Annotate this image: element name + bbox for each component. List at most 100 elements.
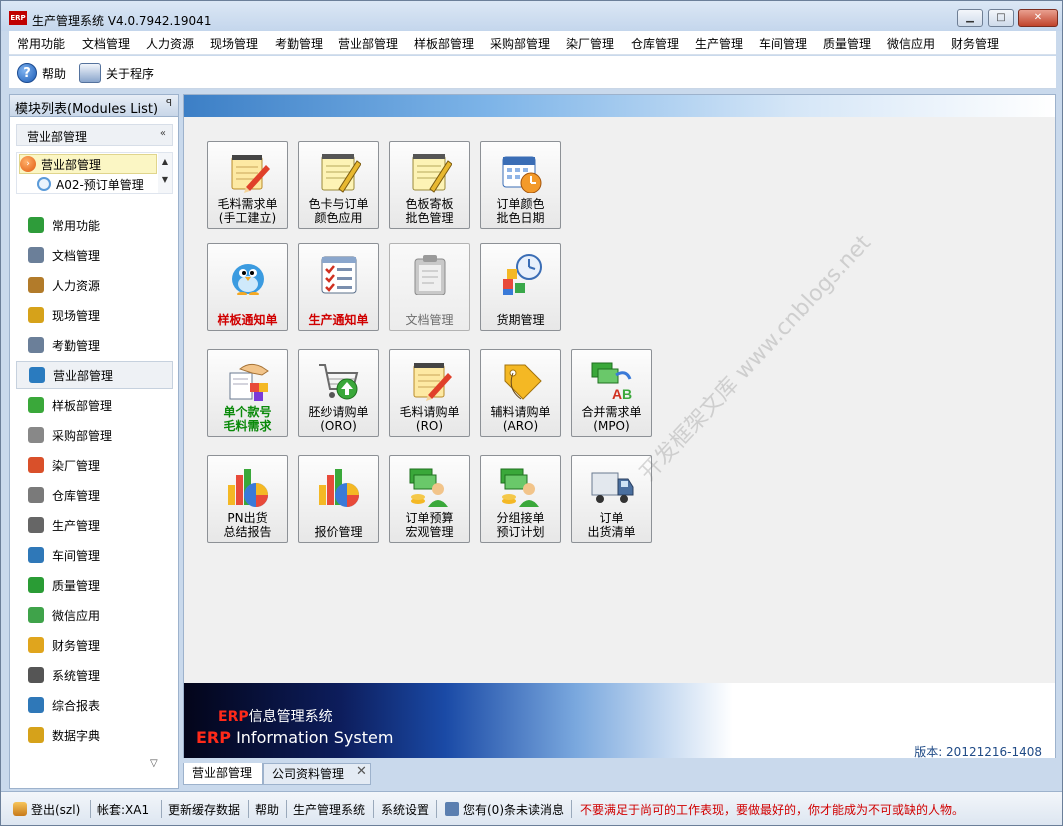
- tab-company-info[interactable]: 公司资料管理: [263, 763, 371, 785]
- bar-pie-chart-icon: [317, 465, 361, 507]
- tile-label: 毛料需求单 (手工建立): [217, 197, 278, 225]
- tile-button[interactable]: 报价管理: [298, 455, 379, 543]
- menu-item[interactable]: 车间管理: [759, 35, 807, 52]
- scroll-up-icon[interactable]: ▲: [158, 153, 172, 171]
- menu-bar: 常用功能 文档管理 人力资源 现场管理 考勤管理 营业部管理 样板部管理 采购部管理 染厂管理仓…: [9, 31, 1056, 55]
- tile-button[interactable]: PN出货 总结报告: [207, 455, 288, 543]
- module-item[interactable]: 微信应用: [16, 601, 173, 629]
- tile-button[interactable]: 毛料请购单 (RO): [389, 349, 470, 437]
- menu-item[interactable]: 营业部管理: [338, 35, 398, 52]
- menu-item[interactable]: 染厂管理: [566, 35, 614, 52]
- tile-button[interactable]: 样板通知单: [207, 243, 288, 331]
- notepad-pencil-icon: [408, 359, 452, 401]
- module-item[interactable]: 人力资源: [16, 271, 173, 299]
- more-arrow-icon[interactable]: ▽: [150, 758, 158, 769]
- module-icon: [28, 247, 44, 263]
- tab-label: 公司资料管理: [272, 767, 345, 781]
- tile-button[interactable]: 胚纱请购单 (ORO): [298, 349, 379, 437]
- module-label: 文档管理: [52, 248, 101, 263]
- tile-button[interactable]: 生产通知单: [298, 243, 379, 331]
- module-label: 人力资源: [52, 278, 101, 293]
- main-window: ERP 生产管理系统 V4.0.7942.19041 ▁ □ ✕ 常用功能 文档管…: [0, 0, 1063, 826]
- module-item[interactable]: 生产管理: [16, 511, 173, 539]
- module-item[interactable]: 考勤管理: [16, 331, 173, 359]
- refresh-cache-button[interactable]: 更新缓存数据: [168, 800, 240, 818]
- menu-item[interactable]: 文档管理: [82, 35, 130, 52]
- menu-item[interactable]: 财务管理: [951, 35, 999, 52]
- tile-button[interactable]: 货期管理: [480, 243, 561, 331]
- menu-item[interactable]: 考勤管理: [275, 35, 323, 52]
- logout-button[interactable]: 登出(szl): [13, 800, 80, 818]
- module-icon: [28, 517, 44, 533]
- module-icon: [28, 727, 44, 743]
- tile-button[interactable]: 毛料需求单 (手工建立): [207, 141, 288, 229]
- tree-item-sales[interactable]: › 营业部管理: [19, 154, 157, 174]
- module-label: 现场管理: [52, 308, 101, 323]
- maximize-button[interactable]: □: [988, 9, 1014, 27]
- module-item[interactable]: 财务管理: [16, 631, 173, 659]
- pin-icon[interactable]: ꟼ: [166, 98, 172, 109]
- system-button[interactable]: 生产管理系统: [293, 800, 365, 818]
- scroll-down-icon[interactable]: ▼: [158, 171, 172, 189]
- menu-item[interactable]: 现场管理: [210, 35, 258, 52]
- module-item[interactable]: 染厂管理: [16, 451, 173, 479]
- module-icon: [28, 547, 44, 563]
- help-button[interactable]: ? 帮助: [17, 62, 66, 84]
- tile-button[interactable]: 订单颜色 批色日期: [480, 141, 561, 229]
- menu-item[interactable]: 质量管理: [823, 35, 871, 52]
- clipboard-icon: [408, 253, 452, 296]
- settings-button[interactable]: 系统设置: [381, 800, 429, 818]
- module-item[interactable]: 现场管理: [16, 301, 173, 329]
- module-label: 数据字典: [52, 728, 101, 743]
- menu-item[interactable]: 人力资源: [146, 35, 194, 52]
- tile-button[interactable]: 文档管理: [389, 243, 470, 331]
- tile-button[interactable]: 订单预算 宏观管理: [389, 455, 470, 543]
- tile-button[interactable]: 分组接单 预订计划: [480, 455, 561, 543]
- module-item[interactable]: 综合报表: [16, 691, 173, 719]
- banner-line-2: ERP Information System: [196, 728, 394, 747]
- title-bar[interactable]: ERP 生产管理系统 V4.0.7942.19041 ▁ □ ✕: [1, 1, 1062, 31]
- tree-item-preorder[interactable]: A02-预订单管理: [37, 174, 144, 194]
- menu-item[interactable]: 采购部管理: [490, 35, 550, 52]
- menu-item[interactable]: 生产管理: [695, 35, 743, 52]
- close-tab-icon[interactable]: ✕: [356, 764, 367, 779]
- help-icon: ?: [17, 63, 37, 83]
- arrow-circle-icon: ›: [20, 156, 36, 172]
- module-item[interactable]: 仓库管理: [16, 481, 173, 509]
- menu-item[interactable]: 仓库管理: [631, 35, 679, 52]
- messages-button[interactable]: 您有(0)条未读消息: [445, 800, 564, 818]
- tile-button[interactable]: 辅料请购单 (ARO): [480, 349, 561, 437]
- status-help-button[interactable]: 帮助: [255, 800, 279, 818]
- module-item[interactable]: 质量管理: [16, 571, 173, 599]
- tile-button[interactable]: 色板寄板 批色管理: [389, 141, 470, 229]
- collapse-icon[interactable]: «: [160, 128, 166, 139]
- module-item[interactable]: 样板部管理: [16, 391, 173, 419]
- tile-button[interactable]: 订单 出货清单: [571, 455, 652, 543]
- minimize-button[interactable]: ▁: [957, 9, 983, 27]
- module-item[interactable]: 采购部管理: [16, 421, 173, 449]
- tile-button[interactable]: A B 合并需求单 (MPO): [571, 349, 652, 437]
- module-item[interactable]: 文档管理: [16, 241, 173, 269]
- module-icon: [28, 277, 44, 293]
- module-item[interactable]: 车间管理: [16, 541, 173, 569]
- about-button[interactable]: 关于程序: [79, 62, 154, 84]
- menu-item[interactable]: 微信应用: [887, 35, 935, 52]
- menu-item[interactable]: 样板部管理: [414, 35, 474, 52]
- tile-button[interactable]: 色卡与订单 颜色应用: [298, 141, 379, 229]
- module-item[interactable]: 系统管理: [16, 661, 173, 689]
- close-button[interactable]: ✕: [1018, 9, 1058, 27]
- group-header[interactable]: 营业部管理 «: [16, 124, 173, 146]
- watermark: 开发框架文库 www.cnblogs.net: [635, 230, 877, 487]
- messages-label: 您有(0)条未读消息: [463, 802, 564, 817]
- menu-item[interactable]: 常用功能: [17, 35, 65, 52]
- group-title: 营业部管理: [27, 130, 88, 144]
- tile-button[interactable]: 单个款号 毛料需求: [207, 349, 288, 437]
- module-item[interactable]: 数据字典: [16, 721, 173, 749]
- checklist-icon: [317, 253, 361, 295]
- module-item[interactable]: 营业部管理: [16, 361, 173, 389]
- cubes-clock-icon: [499, 253, 543, 295]
- erp-banner: ERP信息管理系统 ERP Information System 版本: 201…: [184, 683, 1055, 759]
- module-item[interactable]: 常用功能: [16, 211, 173, 239]
- tab-sales[interactable]: 营业部管理: [183, 763, 263, 785]
- tree-scrollbar[interactable]: ▲ ▼: [158, 153, 172, 193]
